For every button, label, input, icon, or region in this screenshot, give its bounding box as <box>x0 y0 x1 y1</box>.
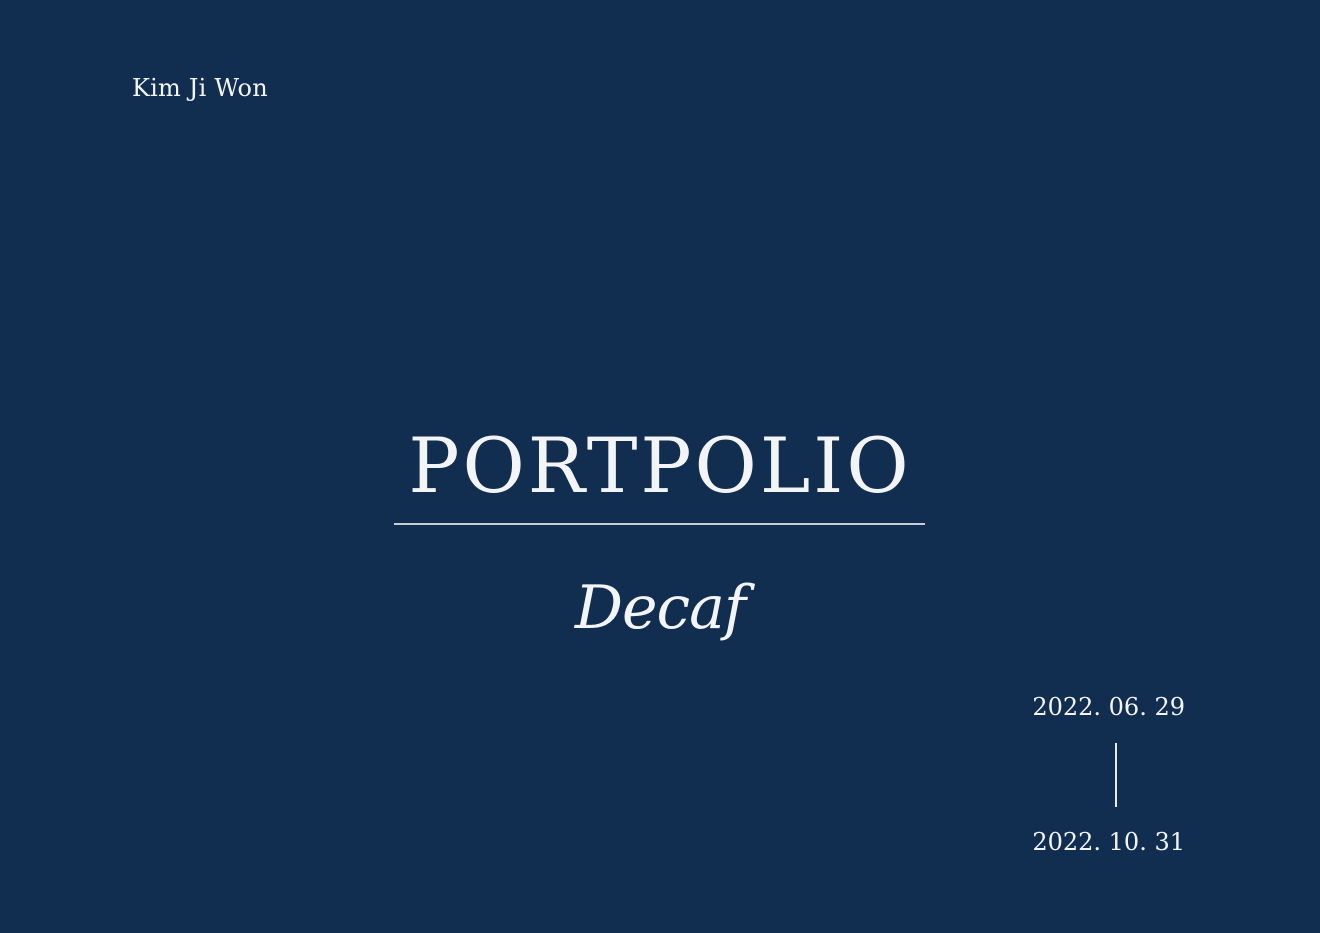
end-date: 2022. 10. 31 <box>1032 828 1185 856</box>
author-name: Kim Ji Won <box>132 74 268 102</box>
project-subtitle: Decaf <box>574 573 746 643</box>
date-range-connector <box>1115 743 1117 807</box>
portfolio-title: PORTPOLIO <box>408 421 912 510</box>
start-date: 2022. 06. 29 <box>1032 693 1185 721</box>
title-divider <box>394 523 925 525</box>
